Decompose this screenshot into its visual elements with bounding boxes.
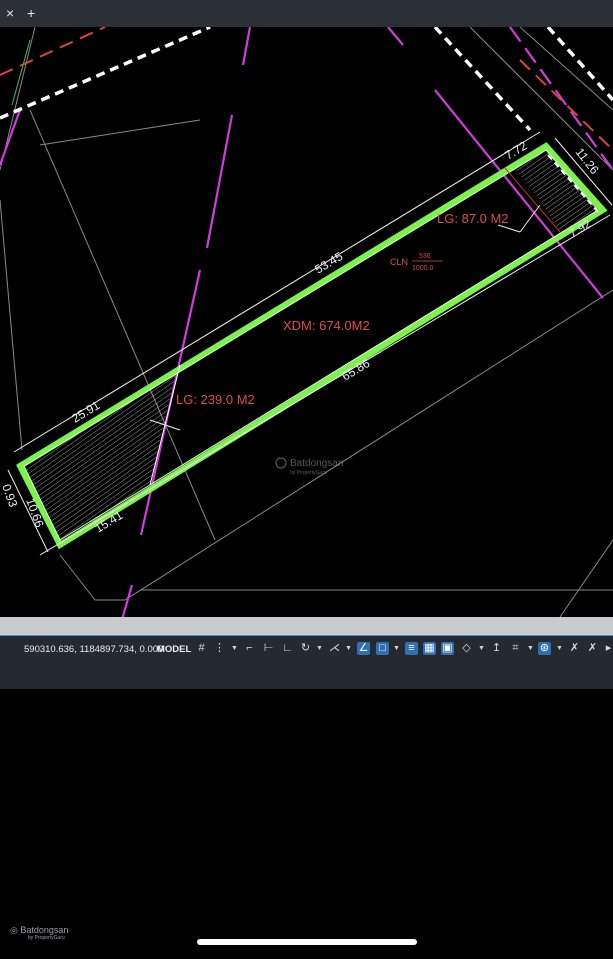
tab-layout[interactable] xyxy=(360,0,470,27)
snap-icon[interactable]: ⋮ xyxy=(213,642,226,655)
label-xdm: XDM: 674.0M2 xyxy=(283,318,370,333)
label-cln-denominator: 1000.0 xyxy=(412,265,434,272)
gizmo-dropdown-icon[interactable]: ▼ xyxy=(556,642,563,655)
tab-start[interactable] xyxy=(45,0,175,27)
watermark-sub: by PropertyGuru xyxy=(290,470,327,476)
dynamic-input-icon[interactable]: ⊢ xyxy=(262,642,275,655)
polar-tracking-icon[interactable]: ↻ xyxy=(299,642,312,655)
footer-watermark-logo-icon: ◎ xyxy=(10,925,21,935)
tab-markup[interactable] xyxy=(485,0,613,27)
object-snap-dropdown-icon[interactable]: ▼ xyxy=(393,642,400,655)
3d-object-snap-icon[interactable]: ◇ xyxy=(460,642,473,655)
polar-dropdown-icon[interactable]: ▼ xyxy=(316,642,323,655)
object-snap-tracking-icon[interactable]: ∠ xyxy=(357,642,370,655)
dynamic-ucs-icon[interactable]: ↥ xyxy=(490,642,503,655)
auto-scale-icon[interactable]: ✗ xyxy=(586,642,599,655)
transparency-icon[interactable]: ▦ xyxy=(423,642,436,655)
label-cln-prefix: CLN xyxy=(390,257,408,267)
annotation-scale-icon[interactable]: ▸ xyxy=(602,642,613,655)
watermark-brand: Batdongsan xyxy=(290,458,343,469)
annotation-visibility-icon[interactable]: ✗ xyxy=(568,642,581,655)
label-cln-numerator: 536 xyxy=(419,253,431,260)
selection-filter-dropdown-icon[interactable]: ▼ xyxy=(527,642,534,655)
grid-icon[interactable]: # xyxy=(195,642,208,655)
status-bar: 590310.636, 1184897.734, 0.000 MODEL # ⋮… xyxy=(0,635,613,664)
bottom-panel xyxy=(0,663,613,689)
tab-bar: × + xyxy=(0,0,613,28)
object-snap-icon[interactable]: □ xyxy=(376,642,389,655)
new-tab-button[interactable]: + xyxy=(27,5,35,21)
coordinate-readout: 590310.636, 1184897.734, 0.000 xyxy=(24,644,164,655)
isodraft-icon[interactable]: ⋌ xyxy=(328,642,341,655)
3d-snap-dropdown-icon[interactable]: ▼ xyxy=(478,642,485,655)
selection-cycling-icon[interactable]: ▣ xyxy=(441,642,454,655)
footer-watermark-brand: Batdongsan xyxy=(20,925,69,935)
gizmo-icon[interactable]: ⊛ xyxy=(538,642,551,655)
drawing-canvas[interactable]: 53.45 65.86 25.91 15.41 0.93 10.66 7.72 … xyxy=(0,27,613,617)
isodraft-dropdown-icon[interactable]: ▼ xyxy=(345,642,352,655)
model-space-button[interactable]: MODEL xyxy=(157,644,191,655)
snap-dropdown-icon[interactable]: ▼ xyxy=(231,642,238,655)
infer-constraints-icon[interactable]: ⌐ xyxy=(243,642,256,655)
lineweight-icon[interactable]: ≡ xyxy=(405,642,418,655)
horizontal-scrollbar[interactable] xyxy=(0,617,613,635)
home-indicator[interactable] xyxy=(197,939,417,945)
label-lg-right: LG: 87.0 M2 xyxy=(437,211,509,226)
footer-watermark-sub: by PropertyGuru xyxy=(28,935,65,941)
selection-filter-icon[interactable]: ⌗ xyxy=(509,642,522,655)
tab-model[interactable] xyxy=(180,0,300,27)
label-lg-left: LG: 239.0 M2 xyxy=(176,392,255,407)
close-tab-button[interactable]: × xyxy=(6,5,14,21)
ortho-icon[interactable]: ∟ xyxy=(281,642,294,655)
footer-watermark: ◎ Batdongsan by PropertyGuru xyxy=(10,925,68,941)
